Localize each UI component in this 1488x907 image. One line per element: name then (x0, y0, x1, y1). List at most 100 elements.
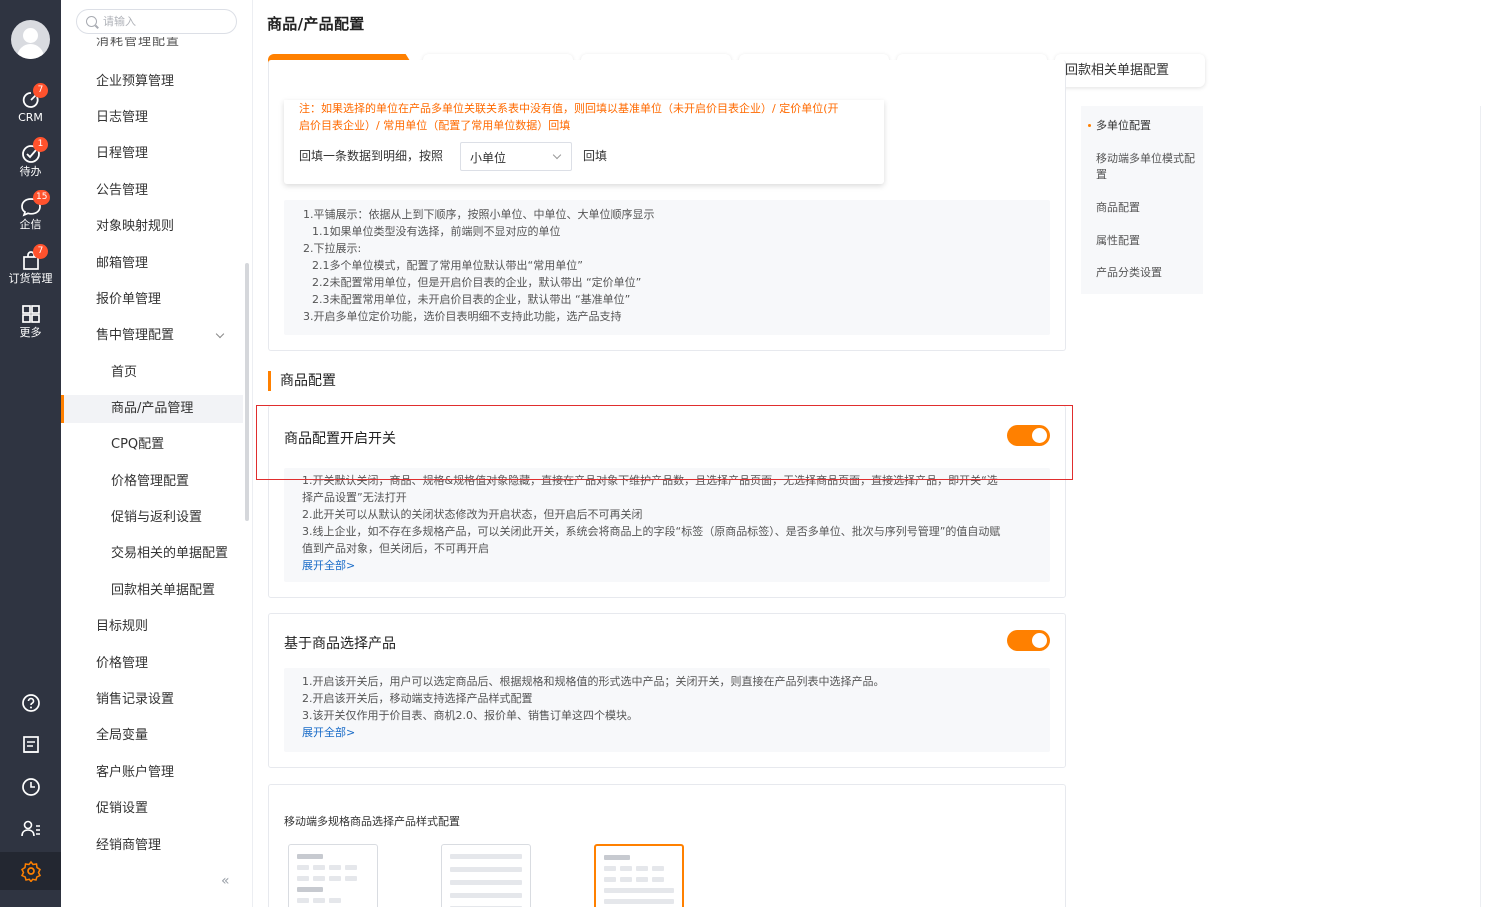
sidebar-item-dealer[interactable]: 经销商管理 (61, 832, 243, 860)
rail-history[interactable] (0, 777, 61, 797)
sidebar-item-global-var[interactable]: 全局变量 (61, 722, 243, 750)
unit-note: 2.1多个单位模式，配置了常用单位默认带出“常用单位” (312, 259, 583, 272)
rail-label-chat: 企信 (19, 218, 42, 231)
fill-prefix-text: 回填一条数据到明细，按照 (299, 149, 444, 163)
sidebar-item-mapping[interactable]: 对象映射规则 (61, 213, 243, 241)
grid-icon (21, 305, 40, 323)
sidebar-item-cut[interactable]: 消耗管理配置 (96, 37, 206, 47)
app-rail: 7 CRM 1 待办 15 企信 7 订货管理 更多 (0, 0, 61, 907)
rail-label-more: 更多 (19, 326, 42, 339)
unit-note: 1.1如果单位类型没有选择，前端则不显对应的单位 (312, 225, 561, 238)
tab-payment-config[interactable]: 回款相关单据配置 (1055, 54, 1205, 87)
unit-notes: 1.平铺展示：依据从上到下顺序，按照小单位、中单位、大单位顺序显示 1.1如果单… (284, 200, 1050, 335)
notebook-icon (22, 736, 39, 753)
sidebar-item-log[interactable]: 日志管理 (61, 104, 243, 132)
divider (1480, 106, 1481, 907)
unit-warning-line1: 注：如果选择的单位在产品多单位关联关系表中没有值，则回填以基准单位（未开启价目表… (299, 102, 839, 115)
sidebar-item-mailbox[interactable]: 邮箱管理 (61, 250, 243, 278)
search-icon (86, 16, 97, 27)
section-title-product-config: 商品配置 (268, 371, 336, 391)
rail-notes[interactable] (0, 735, 61, 755)
unit-note: 2.下拉展示: (303, 242, 362, 255)
rail-settings[interactable] (0, 852, 61, 890)
sidebar-item-notice[interactable]: 公告管理 (61, 177, 243, 205)
unit-note: 2.3未配置常用单位，未开启价目表的企业，默认带出 “基准单位” (312, 293, 631, 306)
fill-suffix-text: 回填 (583, 149, 608, 163)
sidebar-scrollbar[interactable] (245, 263, 249, 521)
sidebar-item-promo[interactable]: 促销设置 (61, 795, 243, 823)
unit-select-value: 小单位 (470, 151, 507, 165)
anchor-item-attribute[interactable]: 属性配置 (1096, 233, 1196, 249)
chat-badge: 15 (33, 190, 51, 205)
rail-label-orders: 订货管理 (8, 272, 53, 285)
product-select-title: 基于商品选择产品 (284, 636, 396, 652)
expand-all-link[interactable]: 展开全部> (302, 557, 1032, 574)
sidebar-item-cpq[interactable]: CPQ配置 (61, 431, 243, 459)
page-title: 商品/产品配置 (267, 15, 365, 33)
anchor-item-category[interactable]: 产品分类设置 (1096, 265, 1196, 281)
sidebar-item-promo-rebate[interactable]: 促销与返利设置 (61, 504, 243, 532)
search-input[interactable] (103, 13, 231, 30)
chevron-down-icon (552, 150, 562, 160)
sidebar-item-quote[interactable]: 报价单管理 (61, 286, 243, 314)
fill-config-card: 注：如果选择的单位在产品多单位关联关系表中没有值，则回填以基准单位（未开启价目表… (284, 100, 884, 184)
sidebar-search[interactable] (76, 9, 237, 34)
product-switch-note: 2.此开关可以从默认的关闭状态修改为开启状态，但开启后不可再关闭 (302, 508, 643, 521)
rail-item-orders[interactable]: 7 订货管理 (0, 244, 61, 285)
avatar[interactable] (11, 20, 50, 59)
gear-icon (20, 860, 41, 882)
style-option-2[interactable] (441, 844, 531, 907)
unit-select[interactable]: 小单位 (460, 142, 572, 171)
sidebar-item-schedule[interactable]: 日程管理 (61, 140, 243, 168)
sidebar-item-price[interactable]: 价格管理 (61, 650, 243, 678)
sidebar-item-payment-docs[interactable]: 回款相关单据配置 (61, 577, 243, 605)
style-option-3[interactable] (594, 844, 684, 907)
collapse-sidebar-icon[interactable]: « (221, 873, 230, 889)
rail-label-todo: 待办 (19, 165, 42, 178)
sidebar-item-product[interactable]: 商品/产品管理 (61, 395, 243, 423)
rail-contacts[interactable] (0, 819, 61, 839)
anchor-item-mobile-unit[interactable]: 移动端多单位模式配置 (1096, 151, 1196, 183)
product-select-note: 1.开启该开关后，用户可以选定商品后、根据规格和规格值的形式选中产品；关闭开关，… (302, 675, 885, 688)
rail-help[interactable] (0, 693, 61, 713)
sidebar-item-account[interactable]: 客户账户管理 (61, 759, 243, 787)
user-list-icon (20, 820, 40, 837)
sidebar-item-sales-record[interactable]: 销售记录设置 (61, 686, 243, 714)
unit-warning-line2: 启价目表企业）/ 常用单位（配置了常用单位数据）回填 (299, 119, 571, 132)
anchor-item-multi-unit[interactable]: 多单位配置 (1088, 118, 1196, 134)
sidebar-group-label: 售中管理配置 (96, 328, 175, 343)
rail-item-crm[interactable]: 7 CRM (0, 83, 61, 124)
unit-note: 3.开启多单位定价功能，选价目表明细不支持此功能，选产品支持 (303, 310, 622, 323)
product-switch-note: 值到产品对象，但关闭后，不可再开启 (302, 542, 489, 555)
sidebar-item-home[interactable]: 首页 (61, 359, 243, 387)
highlight-box (256, 405, 1073, 480)
product-switch-note: 3.线上企业，如不存在多规格产品，可以关闭此开关，系统会将商品上的字段“标签（原… (302, 525, 1001, 538)
product-select-notes: 1.开启该开关后，用户可以选定商品后、根据规格和规格值的形式选中产品；关闭开关，… (284, 668, 1050, 752)
sidebar-item-budget[interactable]: 企业预算管理 (61, 68, 243, 96)
sidebar-item-trade-docs[interactable]: 交易相关的单据配置 (61, 540, 243, 568)
product-select-toggle[interactable] (1007, 630, 1050, 651)
rail-item-chat[interactable]: 15 企信 (0, 190, 61, 231)
sidebar-item-target[interactable]: 目标规则 (61, 613, 243, 641)
unit-note: 1.平铺展示：依据从上到下顺序，按照小单位、中单位、大单位顺序显示 (303, 208, 655, 221)
rail-label-crm: CRM (18, 111, 43, 124)
settings-sidebar: 消耗管理配置 企业预算管理 日志管理 日程管理 公告管理 对象映射规则 邮箱管理… (61, 0, 253, 907)
chevron-down-icon (215, 329, 225, 339)
product-select-note: 2.开启该开关后，移动端支持选择产品样式配置 (302, 692, 533, 705)
product-select-note: 3.该开关仅作用于价目表、商机2.0、报价单、销售订单这四个模块。 (302, 709, 638, 722)
product-switch-notes: 1.开关默认关闭，商品、规格&规格值对象隐藏，直接在产品对象下维护产品数，且选择… (284, 468, 1050, 582)
anchor-nav: 多单位配置 移动端多单位模式配置 商品配置 属性配置 产品分类设置 (1081, 106, 1203, 294)
sidebar-group-midsale[interactable]: 售中管理配置 (61, 322, 243, 350)
todo-badge: 1 (33, 137, 48, 152)
orders-badge: 7 (33, 244, 48, 259)
rail-item-todo[interactable]: 1 待办 (0, 137, 61, 178)
product-select-card: 基于商品选择产品 1.开启该开关后，用户可以选定商品后、根据规格和规格值的形式选… (268, 613, 1066, 768)
crm-badge: 7 (33, 83, 48, 98)
expand-all-link[interactable]: 展开全部> (302, 724, 1032, 741)
rail-item-more[interactable]: 更多 (0, 305, 61, 339)
product-switch-note: 择产品设置”无法打开 (302, 491, 407, 504)
style-option-1[interactable] (288, 844, 378, 907)
help-icon (21, 694, 40, 712)
sidebar-item-price-config[interactable]: 价格管理配置 (61, 468, 243, 496)
anchor-item-product[interactable]: 商品配置 (1096, 200, 1196, 216)
